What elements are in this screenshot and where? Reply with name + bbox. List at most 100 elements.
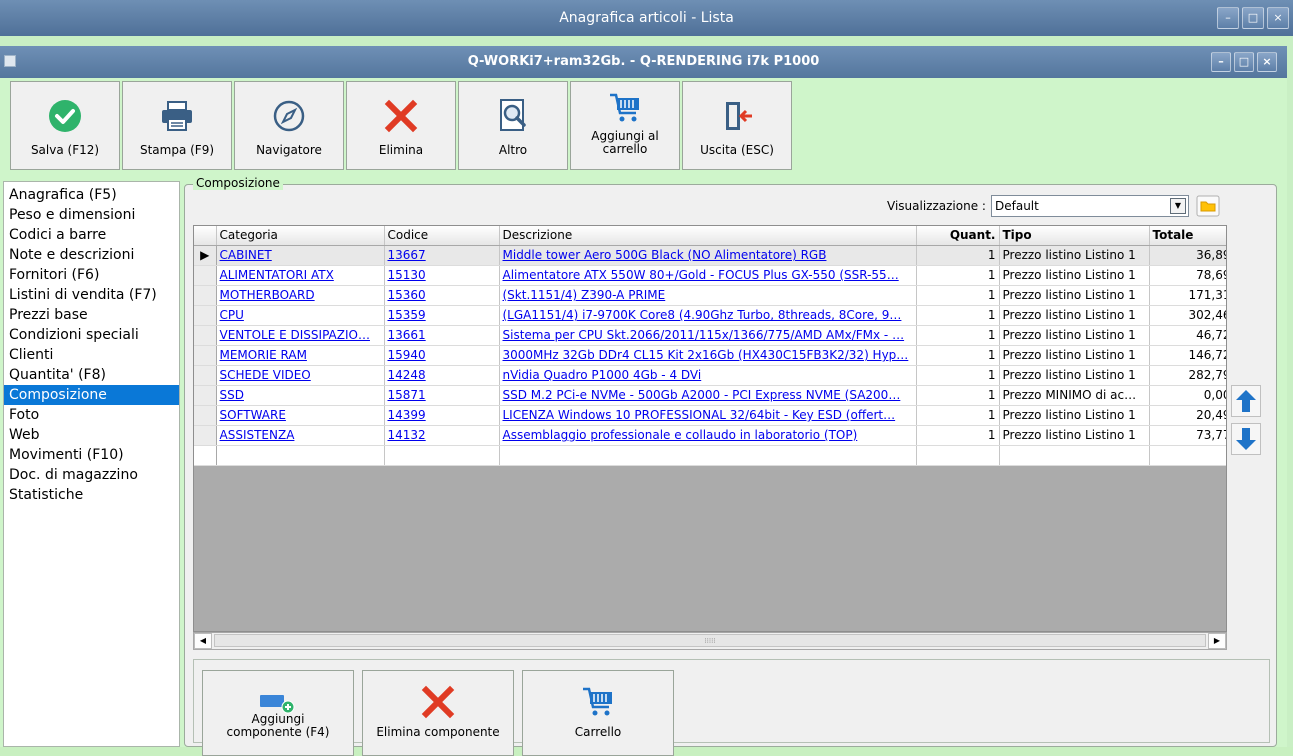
sidebar-item-clienti[interactable]: Clienti xyxy=(4,345,179,365)
empty-cell[interactable] xyxy=(499,445,917,466)
inner-minimize-button[interactable]: – xyxy=(1211,52,1231,72)
save-button[interactable]: Salva (F12) xyxy=(10,81,120,170)
view-mode-select[interactable]: Default ▼ xyxy=(991,195,1189,217)
empty-cell[interactable] xyxy=(384,445,500,466)
cell-categoria[interactable]: SCHEDE VIDEO xyxy=(216,365,385,386)
chevron-down-icon[interactable]: ▼ xyxy=(1170,198,1186,214)
header-descrizione[interactable]: Descrizione xyxy=(499,226,917,246)
cell-categoria[interactable]: CABINET xyxy=(216,245,385,266)
scroll-left-arrow-icon[interactable]: ◀ xyxy=(194,633,212,649)
header-quant[interactable]: Quant. xyxy=(916,226,1000,246)
other-button[interactable]: Altro xyxy=(458,81,568,170)
sidebar-item-movimenti[interactable]: Movimenti (F10) xyxy=(4,445,179,465)
cell-descrizione[interactable]: Sistema per CPU Skt.2066/2011/115x/1366/… xyxy=(499,325,917,346)
empty-cell[interactable] xyxy=(194,445,217,466)
outer-close-button[interactable]: × xyxy=(1267,7,1289,29)
exit-button[interactable]: Uscita (ESC) xyxy=(682,81,792,170)
add-to-cart-button[interactable]: Aggiungi al carrello xyxy=(570,81,680,170)
cell-codice[interactable]: 14399 xyxy=(384,405,500,426)
cell-descrizione[interactable]: nVidia Quadro P1000 4Gb - 4 DVi xyxy=(499,365,917,386)
scroll-right-arrow-icon[interactable]: ▶ xyxy=(1208,633,1226,649)
sidebar-item-codici-barre[interactable]: Codici a barre xyxy=(4,225,179,245)
empty-cell[interactable] xyxy=(916,445,1000,466)
delete-component-button[interactable]: Elimina componente xyxy=(362,670,514,756)
sidebar-item-foto[interactable]: Foto xyxy=(4,405,179,425)
table-row[interactable]: ALIMENTATORI ATX 15130 Alimentatore ATX 55… xyxy=(194,265,1226,286)
cell-descrizione[interactable]: (Skt.1151/4) Z390-A PRIME xyxy=(499,285,917,306)
cell-codice[interactable]: 15360 xyxy=(384,285,500,306)
row-indicator[interactable] xyxy=(194,365,217,386)
cell-codice[interactable]: 13667 xyxy=(384,245,500,266)
header-tipo[interactable]: Tipo xyxy=(999,226,1150,246)
header-totale[interactable]: Totale xyxy=(1149,226,1226,246)
sidebar-item-condizioni-speciali[interactable]: Condizioni speciali xyxy=(4,325,179,345)
table-row[interactable]: ASSISTENZA 14132 Assemblaggio professional… xyxy=(194,425,1226,446)
add-component-button[interactable]: Aggiungi componente (F4) xyxy=(202,670,354,756)
move-up-button[interactable] xyxy=(1231,385,1261,417)
table-row[interactable]: SSD 15871 SSD M.2 PCi-e NVMe - 500Gb A2000… xyxy=(194,385,1226,406)
table-row[interactable]: SCHEDE VIDEO 14248 nVidia Quadro P1000 4Gb… xyxy=(194,365,1226,386)
table-row[interactable]: CPU 15359 (LGA1151/4) i7-9700K Core8 (4.90… xyxy=(194,305,1226,326)
cell-descrizione[interactable]: SSD M.2 PCi-e NVMe - 500Gb A2000 - PCI E… xyxy=(499,385,917,406)
sidebar-item-web[interactable]: Web xyxy=(4,425,179,445)
move-down-button[interactable] xyxy=(1231,423,1261,455)
table-row[interactable]: MOTHERBOARD 15360 (Skt.1151/4) Z390-A PRIM… xyxy=(194,285,1226,306)
sidebar-item-note-descrizioni[interactable]: Note e descrizioni xyxy=(4,245,179,265)
sidebar-item-doc-magazzino[interactable]: Doc. di magazzino xyxy=(4,465,179,485)
header-codice[interactable]: Codice xyxy=(384,226,500,246)
row-indicator[interactable] xyxy=(194,305,217,326)
cell-descrizione[interactable]: 3000MHz 32Gb DDr4 CL15 Kit 2x16Gb (HX430… xyxy=(499,345,917,366)
cell-codice[interactable]: 15359 xyxy=(384,305,500,326)
inner-close-button[interactable]: × xyxy=(1257,52,1277,72)
cell-categoria[interactable]: MEMORIE RAM xyxy=(216,345,385,366)
horizontal-scrollbar[interactable]: ◀ ⁞⁞⁞⁞⁞ ▶ xyxy=(193,632,1227,650)
sidebar-item-fornitori[interactable]: Fornitori (F6) xyxy=(4,265,179,285)
table-row[interactable]: VENTOLE E DISSIPAZIO… 13661 Sistema per CP… xyxy=(194,325,1226,346)
cell-codice[interactable]: 14132 xyxy=(384,425,500,446)
sidebar-item-anagrafica[interactable]: Anagrafica (F5) xyxy=(4,185,179,205)
cell-descrizione[interactable]: Alimentatore ATX 550W 80+/Gold - FOCUS P… xyxy=(499,265,917,286)
cell-categoria[interactable]: CPU xyxy=(216,305,385,326)
header-categoria[interactable]: Categoria xyxy=(216,226,385,246)
empty-cell[interactable] xyxy=(216,445,385,466)
cell-descrizione[interactable]: Middle tower Aero 500G Black (NO Aliment… xyxy=(499,245,917,266)
sidebar-item-composizione[interactable]: Composizione xyxy=(4,385,179,405)
sidebar-item-quantita[interactable]: Quantita' (F8) xyxy=(4,365,179,385)
new-row[interactable] xyxy=(194,445,1226,466)
cell-codice[interactable]: 13661 xyxy=(384,325,500,346)
cell-categoria[interactable]: MOTHERBOARD xyxy=(216,285,385,306)
sidebar-item-peso-dimensioni[interactable]: Peso e dimensioni xyxy=(4,205,179,225)
cell-codice[interactable]: 15130 xyxy=(384,265,500,286)
cell-categoria[interactable]: SSD xyxy=(216,385,385,406)
cell-codice[interactable]: 15871 xyxy=(384,385,500,406)
empty-cell[interactable] xyxy=(1149,445,1226,466)
print-button[interactable]: Stampa (F9) xyxy=(122,81,232,170)
row-indicator[interactable]: ▶ xyxy=(194,245,217,266)
cell-categoria[interactable]: ASSISTENZA xyxy=(216,425,385,446)
cell-categoria[interactable]: VENTOLE E DISSIPAZIO… xyxy=(216,325,385,346)
table-row[interactable]: SOFTWARE 14399 LICENZA Windows 10 PROFESSI… xyxy=(194,405,1226,426)
sidebar-item-statistiche[interactable]: Statistiche xyxy=(4,485,179,505)
scroll-track[interactable]: ⁞⁞⁞⁞⁞ xyxy=(212,633,1208,649)
cart-button[interactable]: Carrello xyxy=(522,670,674,756)
outer-maximize-button[interactable]: □ xyxy=(1242,7,1264,29)
cell-codice[interactable]: 14248 xyxy=(384,365,500,386)
sidebar-item-prezzi-base[interactable]: Prezzi base xyxy=(4,305,179,325)
cell-descrizione[interactable]: (LGA1151/4) i7-9700K Core8 (4.90Ghz Turb… xyxy=(499,305,917,326)
cell-categoria[interactable]: SOFTWARE xyxy=(216,405,385,426)
row-indicator[interactable] xyxy=(194,425,217,446)
scroll-thumb[interactable]: ⁞⁞⁞⁞⁞ xyxy=(214,634,1206,647)
row-indicator[interactable] xyxy=(194,285,217,306)
row-indicator[interactable] xyxy=(194,265,217,286)
cell-descrizione[interactable]: LICENZA Windows 10 PROFESSIONAL 32/64bit… xyxy=(499,405,917,426)
sidebar-item-listini-vendita[interactable]: Listini di vendita (F7) xyxy=(4,285,179,305)
table-row[interactable]: ▶ CABINET 13667 Middle tower Aero 500G Blac… xyxy=(194,245,1226,266)
cell-descrizione[interactable]: Assemblaggio professionale e collaudo in… xyxy=(499,425,917,446)
folder-icon[interactable] xyxy=(1196,195,1220,217)
outer-minimize-button[interactable]: – xyxy=(1217,7,1239,29)
table-row[interactable]: MEMORIE RAM 15940 3000MHz 32Gb DDr4 CL15 K… xyxy=(194,345,1226,366)
row-indicator[interactable] xyxy=(194,325,217,346)
row-indicator[interactable] xyxy=(194,405,217,426)
cell-categoria[interactable]: ALIMENTATORI ATX xyxy=(216,265,385,286)
delete-button[interactable]: Elimina xyxy=(346,81,456,170)
